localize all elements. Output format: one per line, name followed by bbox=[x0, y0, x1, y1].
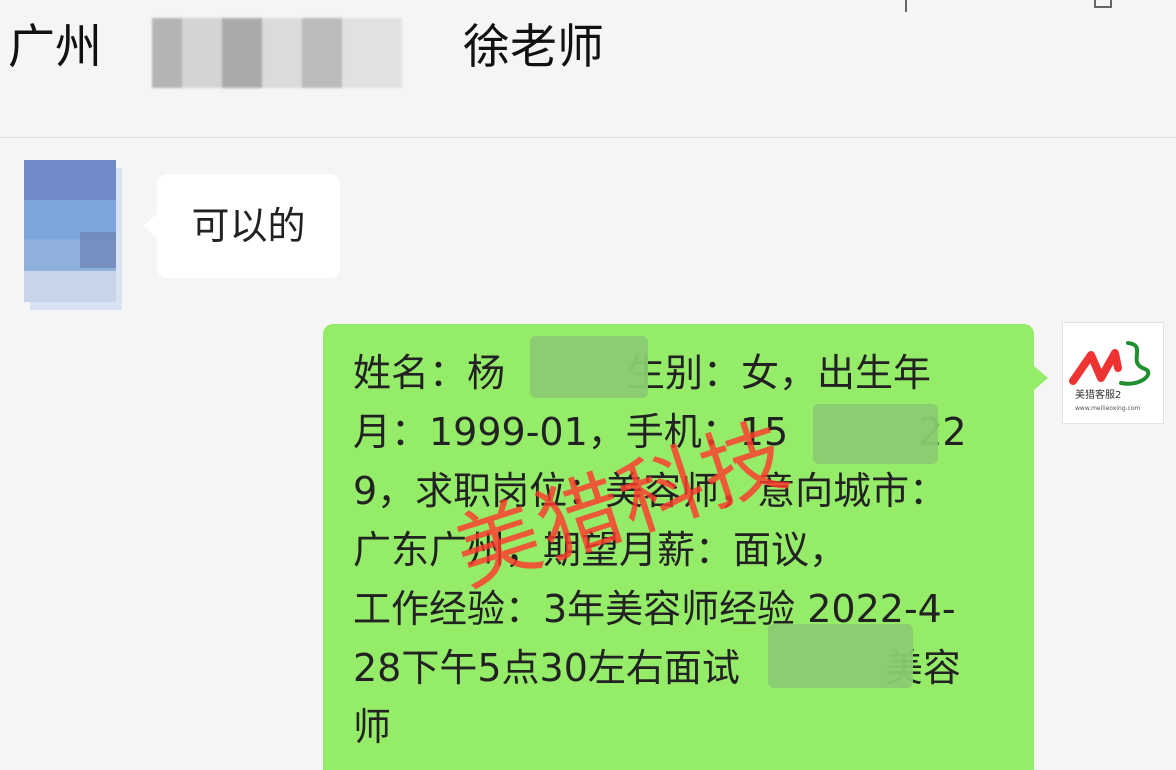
chat-header: 广州 徐老师 bbox=[0, 0, 1176, 138]
incoming-message-bubble[interactable]: 可以的 bbox=[143, 174, 340, 278]
logo-line-1: 美猎客服2 bbox=[1075, 388, 1121, 401]
user-avatar[interactable]: 美猎客服2 www.meilieoxing.com bbox=[1062, 322, 1164, 424]
brand-logo-icon: 美猎客服2 www.meilieoxing.com bbox=[1069, 341, 1151, 412]
privacy-mosaic bbox=[530, 336, 648, 398]
message-line-7: 师 bbox=[353, 705, 392, 749]
blurred-contact-name bbox=[152, 18, 402, 88]
chat-title-city: 广州 bbox=[8, 20, 102, 75]
incoming-message-text: 可以的 bbox=[191, 204, 306, 248]
outgoing-message-bubble[interactable]: 姓名：杨 生别：女，出生年 月：1999-01，手机：15 22 9，求职岗位：美容… bbox=[323, 324, 1048, 770]
message-line-1: 姓名：杨 生别：女，出生年 bbox=[353, 351, 932, 395]
chat-title-name: 徐老师 bbox=[463, 20, 604, 75]
privacy-mosaic bbox=[813, 404, 938, 464]
contact-avatar[interactable] bbox=[24, 160, 116, 302]
privacy-mosaic bbox=[768, 624, 913, 688]
header-divider-mark bbox=[905, 0, 907, 12]
logo-line-2: www.meilieoxing.com bbox=[1075, 405, 1140, 412]
window-icon bbox=[1094, 0, 1112, 8]
